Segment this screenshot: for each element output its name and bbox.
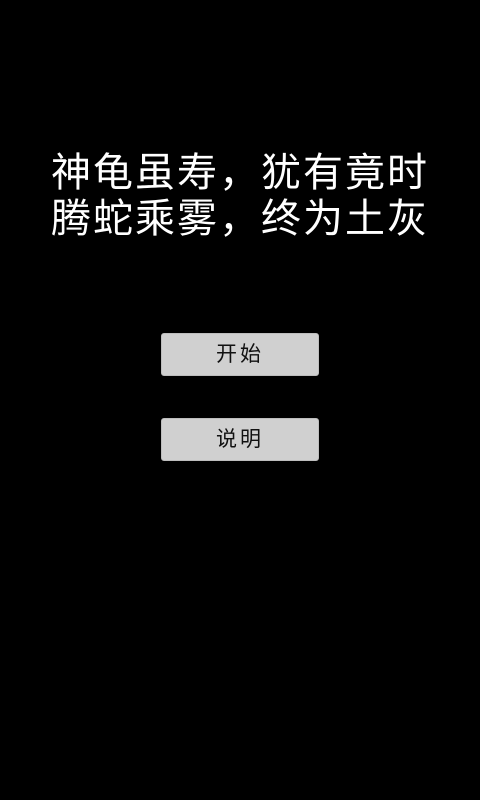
- start-button[interactable]: 开始: [161, 333, 319, 376]
- poem-line-1: 神龟虽寿，犹有竟时: [51, 150, 429, 196]
- help-button[interactable]: 说明: [161, 418, 319, 461]
- title-screen: 神龟虽寿，犹有竟时 腾蛇乘雾，终为土灰 开始 说明: [0, 0, 480, 800]
- poem-line-2: 腾蛇乘雾，终为土灰: [51, 196, 429, 242]
- poem-title: 神龟虽寿，犹有竟时 腾蛇乘雾，终为土灰: [0, 150, 480, 242]
